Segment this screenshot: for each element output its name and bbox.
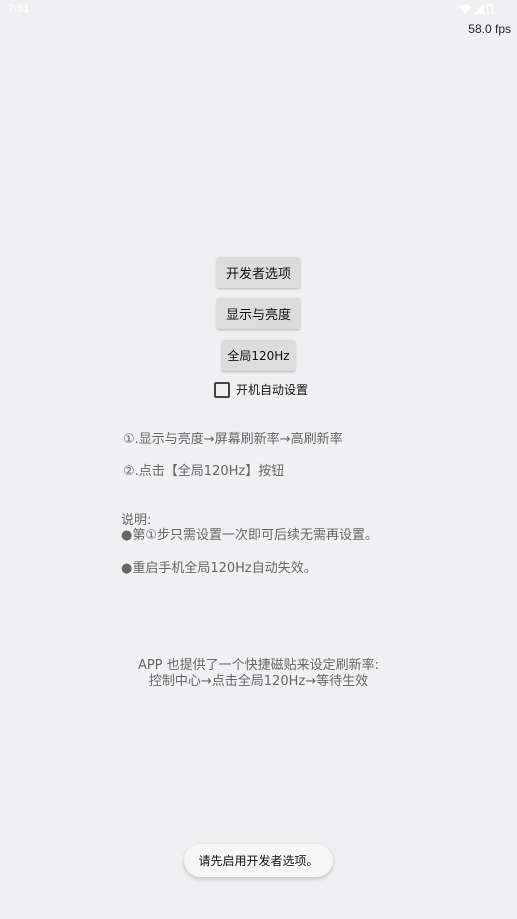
note-item-1: ●第①步只需设置一次即可后续无需再设置。 [121, 528, 378, 543]
display-brightness-button[interactable]: 显示与亮度 [217, 298, 300, 329]
auto-start-checkbox[interactable] [214, 381, 230, 398]
status-time: 7:51 [8, 3, 30, 15]
fps-counter: 58.0 fps [468, 22, 511, 36]
note-item-2: ●重启手机全局120Hz自动失效。 [121, 561, 317, 576]
developer-options-button[interactable]: 开发者选项 [217, 257, 300, 288]
step-1-text: ①.显示与亮度→屏幕刷新率→高刷新率 [123, 432, 343, 447]
auto-start-label: 开机自动设置 [236, 383, 309, 397]
status-icons [459, 4, 493, 14]
status-bar: 7:51 [0, 0, 517, 22]
global-120hz-button[interactable]: 全局120Hz [222, 340, 295, 371]
wifi-icon [459, 4, 471, 14]
auto-start-setting[interactable]: 开机自动设置 [214, 381, 308, 398]
signal-icon [474, 4, 484, 14]
step-2-text: ②.点击【全局120Hz】按钮 [123, 464, 285, 479]
quick-tile-tip-line-2: 控制中心→点击全局120Hz→等待生效 [148, 674, 369, 689]
battery-icon [487, 4, 493, 14]
toast-message: 请先启用开发者选项。 [184, 844, 333, 877]
